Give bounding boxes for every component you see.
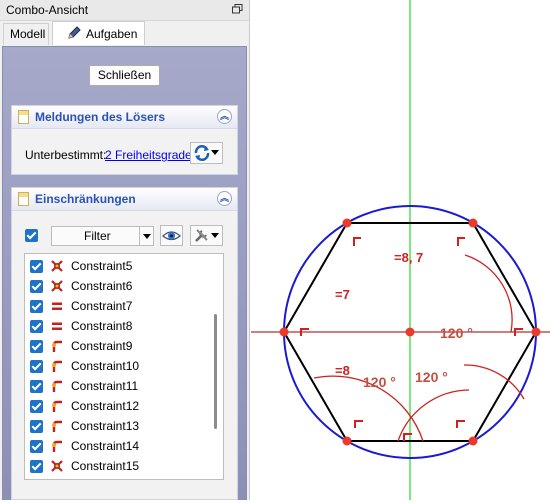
pencil-icon <box>68 26 81 39</box>
point-on-object-icon <box>52 340 62 352</box>
constraint-checkbox[interactable] <box>30 380 43 393</box>
coincident-icon <box>51 460 63 472</box>
list-item[interactable]: Constraint5 <box>25 256 213 276</box>
list-item[interactable]: Constraint12 <box>25 396 213 416</box>
chevron-down-icon <box>211 233 219 238</box>
list-item[interactable]: Constraint6 <box>25 276 213 296</box>
tab-modell[interactable]: Modell <box>3 23 49 45</box>
equal-icon <box>52 322 62 330</box>
list-item[interactable]: Constraint15 <box>25 456 213 476</box>
constraint-name: Constraint6 <box>71 279 133 293</box>
tab-bar: Modell Aufgaben <box>0 21 249 45</box>
solver-status-label: Unterbestimmt: <box>25 148 107 162</box>
chevron-down-icon <box>211 150 219 155</box>
list-item[interactable]: Constraint13 <box>25 416 213 436</box>
constraint-checkbox[interactable] <box>30 360 43 373</box>
tab-aufgaben[interactable]: Aufgaben <box>52 21 145 45</box>
angle-label: 120 ° <box>363 374 396 390</box>
constraint-checkbox[interactable] <box>30 340 43 353</box>
list-item[interactable]: Constraint14 <box>25 436 213 456</box>
coincident-icon <box>51 260 63 272</box>
sketch-canvas[interactable]: =8, 7 =7 =8 120 ° 120 ° 120 ° <box>251 0 550 500</box>
constraints-title: Einschränkungen <box>35 192 136 206</box>
undock-icon[interactable] <box>232 4 243 14</box>
coincident-icon <box>51 280 63 292</box>
constraint-name: Constraint12 <box>71 399 140 413</box>
point-on-object-icon <box>52 440 62 452</box>
angle-label: 120 ° <box>440 325 473 341</box>
constraint-checkbox[interactable] <box>30 400 43 413</box>
list-item[interactable]: Constraint7 <box>25 296 213 316</box>
constraint-checkbox[interactable] <box>30 260 43 273</box>
point-on-object-icon <box>52 400 62 412</box>
constraints-box: Einschränkungen ︽ Filter Constraint5 Con… <box>11 187 238 500</box>
filter-label: Filter <box>84 229 111 243</box>
chevron-down-icon <box>139 227 153 245</box>
equal-label: =7 <box>335 287 350 302</box>
list-item[interactable]: Constraint8 <box>25 316 213 336</box>
list-item[interactable]: Constraint11 <box>25 376 213 396</box>
solver-messages-title: Meldungen des Lösers <box>35 110 166 124</box>
collapse-icon[interactable]: ︽ <box>217 191 232 206</box>
tools-icon <box>195 229 208 242</box>
refresh-icon <box>194 145 210 161</box>
constraint-checkbox[interactable] <box>30 460 43 473</box>
constraint-name: Constraint13 <box>71 419 140 433</box>
constraint-checkbox[interactable] <box>30 300 43 313</box>
constraint-name: Constraint15 <box>71 459 140 473</box>
close-button[interactable]: Schließen <box>89 65 160 86</box>
constraint-name: Constraint8 <box>71 319 133 333</box>
visibility-button[interactable] <box>160 225 183 246</box>
sketch-drawing: =8, 7 =7 =8 120 ° 120 ° 120 ° <box>251 0 550 500</box>
point-on-object-icon <box>52 380 62 392</box>
filter-dropdown[interactable]: Filter <box>51 226 154 246</box>
solver-messages-header[interactable]: Meldungen des Lösers ︽ <box>12 106 237 129</box>
list-item[interactable]: Constraint10 <box>25 356 213 376</box>
equal-icon <box>52 302 62 310</box>
list-item[interactable]: Constraint9 <box>25 336 213 356</box>
constraint-name: Constraint10 <box>71 359 140 373</box>
settings-button[interactable] <box>190 225 223 246</box>
combo-view-panel: Combo-Ansicht Modell Aufgaben Schließen … <box>0 0 250 500</box>
eye-icon <box>162 231 181 241</box>
constraint-list: Constraint5 Constraint6 Constraint7 Cons… <box>24 253 224 480</box>
degrees-of-freedom-link[interactable]: 2 Freiheitsgrade <box>105 148 192 162</box>
auto-update-button[interactable] <box>190 142 223 164</box>
document-icon <box>18 192 29 206</box>
panel-title: Combo-Ansicht <box>6 3 89 17</box>
constraint-name: Constraint9 <box>71 339 133 353</box>
tab-aufgaben-label: Aufgaben <box>86 27 138 41</box>
equal-label: =8 <box>335 363 350 378</box>
list-scrollbar[interactable] <box>214 314 217 429</box>
constraint-checkbox[interactable] <box>30 280 43 293</box>
tab-modell-label: Modell <box>10 27 46 41</box>
panel-titlebar: Combo-Ansicht <box>0 0 249 21</box>
constraint-checkbox[interactable] <box>30 440 43 453</box>
collapse-icon[interactable]: ︽ <box>217 109 232 124</box>
constraint-name: Constraint11 <box>71 379 139 393</box>
point-on-object-icon <box>52 360 62 372</box>
constraint-checkbox[interactable] <box>30 420 43 433</box>
solver-messages-box: Meldungen des Lösers ︽ Unterbestimmt: 2 … <box>11 105 238 175</box>
constraint-name: Constraint7 <box>71 299 133 313</box>
document-icon <box>18 110 29 124</box>
constraint-name: Constraint5 <box>71 259 133 273</box>
angle-arcs <box>313 254 525 442</box>
equal-label: =8, 7 <box>394 250 423 265</box>
select-all-checkbox[interactable] <box>25 229 38 242</box>
constraints-header[interactable]: Einschränkungen ︽ <box>12 188 237 211</box>
point-on-object-icon <box>52 420 62 432</box>
angle-label: 120 ° <box>415 369 448 385</box>
constraint-name: Constraint14 <box>71 439 140 453</box>
constraint-checkbox[interactable] <box>30 320 43 333</box>
